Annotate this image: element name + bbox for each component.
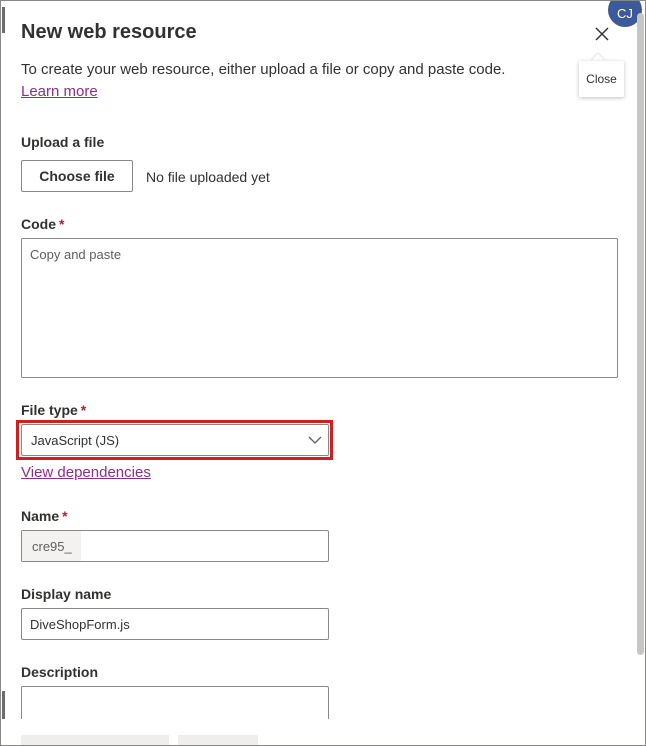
publisher-prefix: cre95_ [22, 531, 81, 561]
name-field: cre95_ [21, 530, 329, 562]
background-page-edge [2, 7, 5, 33]
intro-text: To create your web resource, either uplo… [21, 59, 581, 103]
file-status-text: No file uploaded yet [146, 169, 270, 185]
display-name-input[interactable] [21, 608, 329, 640]
file-type-highlight-box [16, 420, 333, 460]
scrollbar-thumb[interactable] [637, 13, 644, 655]
panel-title: New web resource [21, 21, 197, 43]
file-type-label-text: File type [21, 402, 78, 418]
upload-label: Upload a file [21, 134, 105, 150]
intro-description: To create your web resource, either uplo… [21, 61, 506, 78]
name-label: Name * [21, 508, 68, 524]
display-name-label: Display name [21, 586, 112, 602]
learn-more-link[interactable]: Learn more [21, 83, 98, 100]
close-tooltip: Close [579, 61, 624, 97]
view-dependencies-link[interactable]: View dependencies [21, 464, 151, 481]
required-marker: * [62, 508, 68, 524]
code-label-text: Code [21, 216, 56, 232]
description-label: Description [21, 664, 99, 680]
file-type-label: File type * [21, 402, 86, 418]
close-button[interactable] [589, 21, 615, 47]
web-resource-panel: New web resource CJ Close To create your… [0, 0, 646, 746]
required-marker: * [80, 402, 87, 418]
code-textarea[interactable] [21, 238, 618, 378]
footer-button-placeholder [178, 735, 258, 745]
choose-file-button[interactable]: Choose file [21, 160, 133, 192]
name-label-text: Name [21, 508, 60, 524]
required-marker: * [59, 216, 65, 232]
background-page-edge [2, 691, 5, 719]
close-icon [595, 27, 609, 41]
code-label: Code * [21, 216, 64, 232]
footer-button-placeholder [21, 735, 169, 745]
name-input[interactable] [81, 531, 328, 561]
